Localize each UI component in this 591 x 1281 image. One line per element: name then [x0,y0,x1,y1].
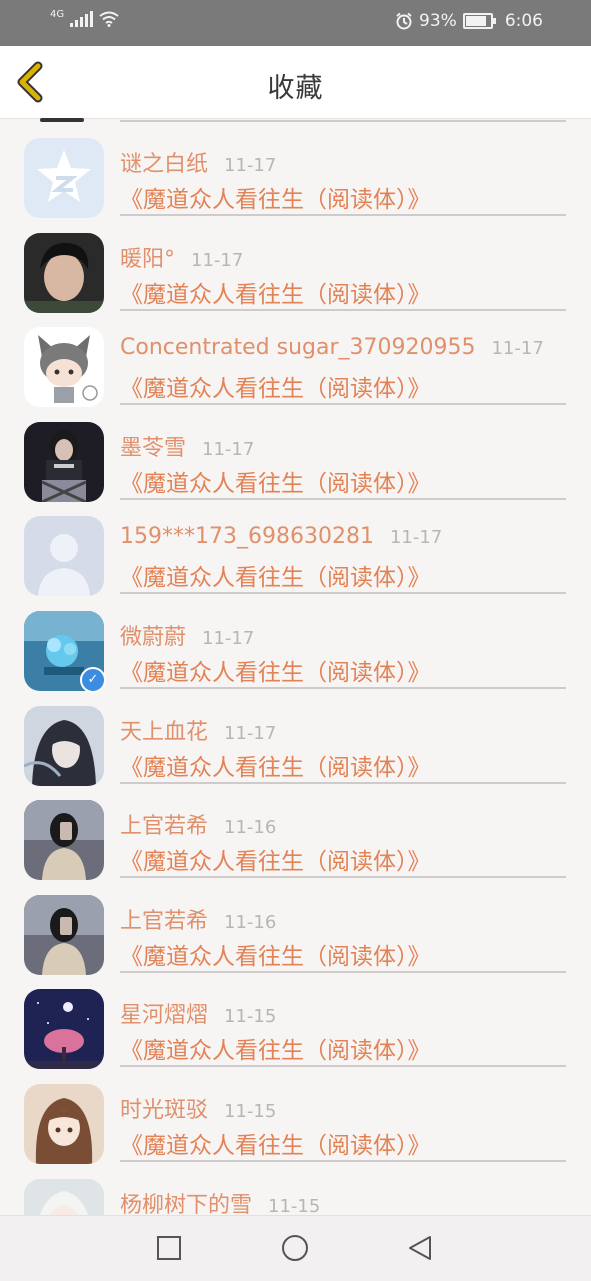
anime-brown-hair-avatar[interactable] [24,1083,104,1164]
favorites-list[interactable]: 谜之白纸 11-17 《魔道众人看往生（阅读体）》 暖阳° 11-17 《魔道众人看往生（… [0,118,591,1215]
user-name[interactable]: 谜之白纸 [120,152,208,177]
battery-icon [462,13,496,29]
book-title-link[interactable]: 《魔道众人看往生（阅读体）》 [120,937,431,971]
favorite-item[interactable]: 杨柳树下的雪 11-15 [0,1159,591,1215]
clock: 6:06 [504,11,543,31]
header: 收藏 [0,46,591,119]
item-date: 11-15 [224,1006,277,1028]
item-date: 11-17 [224,155,277,176]
back-nav-button[interactable] [406,1234,434,1262]
recents-button[interactable] [155,1234,183,1262]
name-line: 时光斑驳 11-15 [120,1092,276,1124]
book-title-link[interactable]: 《魔道众人看往生（阅读体）》 [120,464,431,498]
user-name[interactable]: 杨柳树下的雪 [120,1193,252,1215]
battery-percent: 93% [419,11,457,31]
square-icon [157,1236,181,1260]
name-line: 159***173_698630281 11-17 [120,524,442,549]
favorite-item[interactable]: 墨苓雪 11-17 《魔道众人看往生（阅读体）》 [0,402,591,502]
item-date: 11-17 [202,627,255,649]
home-button[interactable] [281,1234,309,1262]
favorite-item[interactable]: 谜之白纸 11-17 《魔道众人看往生（阅读体）》 [0,118,591,218]
book-title-link[interactable]: 《魔道众人看往生（阅读体）》 [120,842,431,876]
user-name[interactable]: 微蔚蔚 [120,625,186,650]
favorite-item[interactable]: 上官若希 11-16 《魔道众人看往生（阅读体）》 [0,875,591,975]
name-line: 谜之白纸 11-17 [120,146,276,178]
favorite-item[interactable]: 星河熠熠 11-15 《魔道众人看往生（阅读体）》 [0,969,591,1070]
user-name[interactable]: 墨苓雪 [120,436,186,461]
name-line: Concentrated sugar_370920955 11-17 [120,335,544,360]
signal-icon [70,11,94,27]
anime-girl-avatar[interactable] [24,705,104,786]
mirror-selfie-avatar[interactable] [24,894,104,975]
favorite-item[interactable]: 暖阳° 11-17 《魔道众人看往生（阅读体）》 [0,213,591,313]
user-name[interactable]: 暖阳° [120,247,175,272]
name-line: 上官若希 11-16 [120,903,276,935]
name-line: 墨苓雪 11-17 [120,430,254,462]
book-title-link[interactable]: 《魔道众人看往生（阅读体）》 [120,180,431,214]
item-date: 11-17 [491,338,544,360]
mirror-selfie-avatar[interactable] [24,800,104,881]
name-line: 上官若希 11-16 [120,808,276,840]
favorite-item[interactable]: 159***173_698630281 11-17 《魔道众人看往生（阅读体）》 [0,496,591,597]
item-date: 11-16 [224,911,277,933]
name-line: 微蔚蔚 11-17 [120,619,254,651]
user-name[interactable]: 上官若希 [120,814,208,839]
user-name[interactable]: 天上血花 [120,720,208,745]
item-date: 11-16 [224,817,277,839]
item-date: 11-17 [224,722,277,744]
status-left: 4G [50,9,119,27]
item-date: 11-17 [191,249,244,271]
triangle-back-icon [409,1236,431,1260]
circle-icon [282,1235,308,1261]
item-date: 11-15 [268,1195,321,1215]
girl-photo-avatar[interactable] [24,421,104,502]
name-line: 杨柳树下的雪 11-15 [120,1187,320,1215]
cat-girl-avatar[interactable] [24,327,104,408]
favorite-item[interactable]: 上官若希 11-16 《魔道众人看往生（阅读体）》 [0,780,591,881]
name-line: 星河熠熠 11-15 [120,997,276,1029]
boy-photo-avatar[interactable] [24,232,104,313]
book-title-link[interactable]: 《魔道众人看往生（阅读体）》 [120,1031,431,1065]
wifi-icon [99,11,119,27]
user-name[interactable]: 上官若希 [120,909,208,934]
name-line: 暖阳° 11-17 [120,241,243,273]
star-app-avatar[interactable] [24,138,104,218]
book-title-link[interactable]: 《魔道众人看往生（阅读体）》 [120,275,431,309]
page-title: 收藏 [267,73,324,104]
night-tree-avatar[interactable] [24,989,104,1070]
user-name[interactable]: 星河熠熠 [120,1003,208,1028]
status-bar: 4G 93% 6:06 [0,0,591,46]
book-title-link[interactable]: 《魔道众人看往生（阅读体）》 [120,748,431,782]
user-name[interactable]: Concentrated sugar_370920955 [120,335,475,360]
item-date: 11-17 [202,438,255,460]
status-right: 93% 6:06 [395,11,543,31]
alarm-icon [396,12,412,30]
name-line: 天上血花 11-17 [120,714,276,746]
favorite-item[interactable]: 天上血花 11-17 《魔道众人看往生（阅读体）》 [0,686,591,786]
book-title-link[interactable]: 《魔道众人看往生（阅读体）》 [120,1126,431,1160]
favorites-rows: 谜之白纸 11-17 《魔道众人看往生（阅读体）》 暖阳° 11-17 《魔道众人看往生（… [0,118,591,1215]
default-user-avatar[interactable] [24,516,104,597]
item-date: 11-15 [224,1100,277,1122]
book-title-link[interactable]: 《魔道众人看往生（阅读体）》 [120,653,431,687]
item-date: 11-17 [389,527,443,549]
favorite-item[interactable]: 时光斑驳 11-15 《魔道众人看往生（阅读体）》 [0,1064,591,1164]
book-title-link[interactable]: 《魔道众人看往生（阅读体）》 [120,558,431,592]
system-nav-bar [0,1215,591,1281]
user-name[interactable]: 159***173_698630281 [120,524,374,549]
network-type: 4G [50,9,65,20]
favorite-item[interactable]: ✓ 微蔚蔚 11-17 《魔道众人看往生（阅读体）》 [0,591,591,693]
user-name[interactable]: 时光斑驳 [120,1098,208,1123]
favorite-item[interactable]: Concentrated sugar_370920955 11-17 《魔道众人看往… [0,307,591,408]
white-hair-avatar[interactable] [24,1178,104,1215]
book-title-link[interactable]: 《魔道众人看往生（阅读体）》 [120,369,431,403]
